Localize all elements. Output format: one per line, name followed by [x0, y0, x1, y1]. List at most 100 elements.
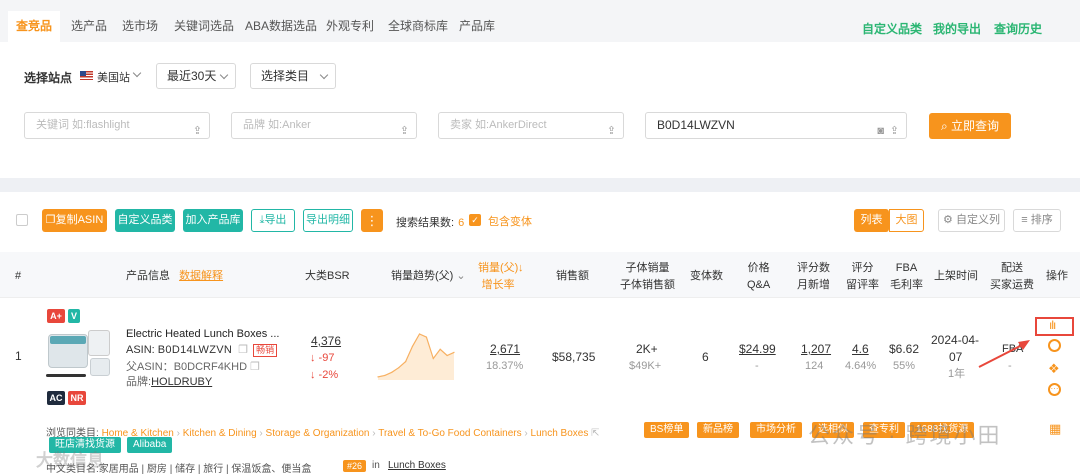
sort-arrow-icon: ↓ — [518, 262, 524, 274]
bsr-value: 4,376 — [311, 334, 342, 348]
category-link[interactable]: Kitchen & Dining — [183, 428, 257, 439]
my-exports-link[interactable]: 我的导出 — [933, 20, 981, 37]
sort-button[interactable]: ≡ 排序 — [1013, 209, 1061, 232]
chevron-down-icon: ⌄ — [456, 270, 466, 282]
trend-point-3 — [398, 367, 400, 369]
price-value: $24.99 — [739, 342, 776, 356]
copy-icon[interactable]: ❐ — [238, 344, 248, 356]
parent-asin-line: 父ASIN：B0DCRF4KHD ❐ — [126, 361, 260, 373]
chip-new-list[interactable]: 新品榜 — [697, 422, 739, 438]
bsr-pct: ↓ -2% — [310, 369, 339, 381]
custom-category-link[interactable]: 自定义品类 — [862, 20, 922, 37]
more-button[interactable]: ⋮ — [361, 209, 383, 232]
result-count-label: 搜索结果数: 6 — [396, 217, 465, 229]
launch-age: 1年 — [948, 368, 966, 380]
copy-icon: ❐ — [45, 214, 56, 226]
upload-icon[interactable]: ⇪ — [890, 119, 899, 144]
ratings-new-value: 124 — [805, 360, 824, 372]
rank-category[interactable]: Lunch Boxes — [388, 460, 446, 471]
tab-aba[interactable]: ABA数据选品 — [245, 11, 317, 41]
category-link[interactable]: Travel & To-Go Food Containers — [378, 428, 521, 439]
copy-icon[interactable]: ❐ — [250, 361, 260, 373]
seller-input[interactable]: 卖家 如:AnkerDirect ⇪ — [438, 112, 624, 139]
trend-point-6 — [418, 333, 421, 335]
revenue-value: $58,735 — [552, 350, 596, 364]
external-link-icon[interactable]: ⇱ — [591, 428, 599, 439]
site-select[interactable]: 美国站 — [78, 64, 144, 88]
variants-value: 6 — [702, 350, 709, 364]
product-title[interactable]: Electric Heated Lunch Boxes ... — [126, 328, 279, 340]
chevron-down-icon — [219, 70, 229, 80]
bar-chart-icon[interactable]: ılı — [1049, 318, 1056, 332]
trend-point-2 — [391, 371, 393, 373]
chip-bs-list[interactable]: BS榜单 — [644, 422, 690, 438]
search-icon: ⌕ — [940, 119, 952, 133]
tab-competitor[interactable]: 查竞品 — [8, 11, 60, 42]
rank-in-label: in — [372, 460, 380, 471]
select-all-checkbox[interactable] — [16, 214, 28, 226]
trend-point-7 — [425, 336, 427, 338]
cube-icon[interactable]: ❖ — [1048, 361, 1060, 377]
tab-patent[interactable]: 外观专利 — [326, 11, 374, 41]
col-bsr: 大类BSR — [305, 270, 350, 282]
search-submit-button[interactable]: ⌕ 立即查询 — [929, 113, 1011, 139]
custom-category-button[interactable]: 自定义品类 — [115, 209, 175, 232]
period-select[interactable]: 最近30天 — [156, 63, 236, 89]
badge-v: V — [68, 309, 80, 323]
keyword-input[interactable]: 关键词 如:flashlight ⇪ — [24, 112, 210, 139]
pin-icon[interactable] — [1048, 339, 1061, 352]
col-score: 评分 留评率 — [846, 262, 879, 291]
include-variants-label: 包含变体 — [488, 216, 532, 228]
tab-library[interactable]: 产品库 — [459, 11, 495, 41]
query-history-link[interactable]: 查询历史 — [994, 20, 1042, 37]
category-select[interactable]: 选择类目 — [250, 63, 336, 89]
add-library-button[interactable]: 加入产品库 — [183, 209, 243, 232]
asin-line: ASIN: B0D14LWZVN ❐ 畅销 — [126, 343, 278, 357]
data-explain-link[interactable]: 数据解释 — [179, 270, 223, 282]
chip-market[interactable]: 市场分析 — [750, 422, 802, 438]
asin-input[interactable]: B0D14LWZVN ◙ ⇪ — [645, 112, 907, 139]
include-variants-checkbox[interactable]: ✓ — [469, 214, 481, 226]
col-actions: 操作 — [1046, 270, 1068, 282]
col-trend[interactable]: 销量趋势(父) ⌄ — [391, 268, 466, 285]
trend-point-1 — [384, 374, 386, 376]
category-link[interactable]: Storage & Organization — [266, 428, 370, 439]
trend-point-11 — [453, 351, 455, 353]
bsr-change: ↓ -97 — [310, 352, 335, 364]
copy-asin-button[interactable]: ❐复制ASIN — [42, 209, 107, 232]
export-button[interactable]: ⤓导出 — [251, 209, 295, 232]
table-icon[interactable]: ▦ — [1049, 421, 1061, 437]
site-label: 选择站点 — [24, 71, 73, 85]
sales-trend-chart[interactable] — [376, 332, 456, 382]
upload-icon[interactable]: ⇪ — [607, 119, 616, 144]
watermark-left: 大数信息 — [36, 451, 104, 470]
trend-point-5 — [411, 345, 414, 347]
camera-icon[interactable]: ◙ — [877, 119, 884, 144]
custom-columns-button[interactable]: ⚙ 自定义列 — [938, 209, 1005, 232]
product-image[interactable] — [44, 326, 114, 388]
brand-input[interactable]: 品牌 如:Anker ⇪ — [231, 112, 417, 139]
col-sales[interactable]: 销量(父) 增长率 — [478, 260, 518, 294]
chip-alibaba[interactable]: Alibaba — [127, 437, 173, 453]
col-fba: FBA 毛利率 — [890, 262, 923, 291]
watermark-right: 公众号 · 跨境小田 — [808, 423, 1002, 448]
launch-date-1: 2024-04- — [931, 333, 980, 347]
sub-revenue-value: $49K+ — [629, 360, 662, 372]
tab-trademark[interactable]: 全球商标库 — [388, 11, 448, 41]
category-link[interactable]: Lunch Boxes — [531, 428, 589, 439]
tab-keyword[interactable]: 关键词选品 — [174, 11, 234, 41]
ratings-value: 1,207 — [801, 342, 832, 356]
view-grid-button[interactable]: 大图 — [889, 209, 924, 232]
tab-products[interactable]: 选产品 — [71, 11, 107, 41]
more-options-icon[interactable]: ··· — [1048, 383, 1061, 396]
export-detail-button[interactable]: 导出明细 — [303, 209, 353, 232]
upload-icon[interactable]: ⇪ — [193, 119, 202, 144]
view-list-button[interactable]: 列表 — [854, 209, 889, 232]
brand-line: 品牌:HOLDRUBY — [126, 376, 213, 388]
col-launch: 上架时间 — [934, 270, 978, 282]
tab-market[interactable]: 选市场 — [122, 11, 158, 41]
score-value: 4.6 — [852, 342, 869, 356]
fba-value: $6.62 — [889, 342, 920, 356]
upload-icon[interactable]: ⇪ — [400, 119, 409, 144]
margin-value: 55% — [893, 360, 916, 372]
